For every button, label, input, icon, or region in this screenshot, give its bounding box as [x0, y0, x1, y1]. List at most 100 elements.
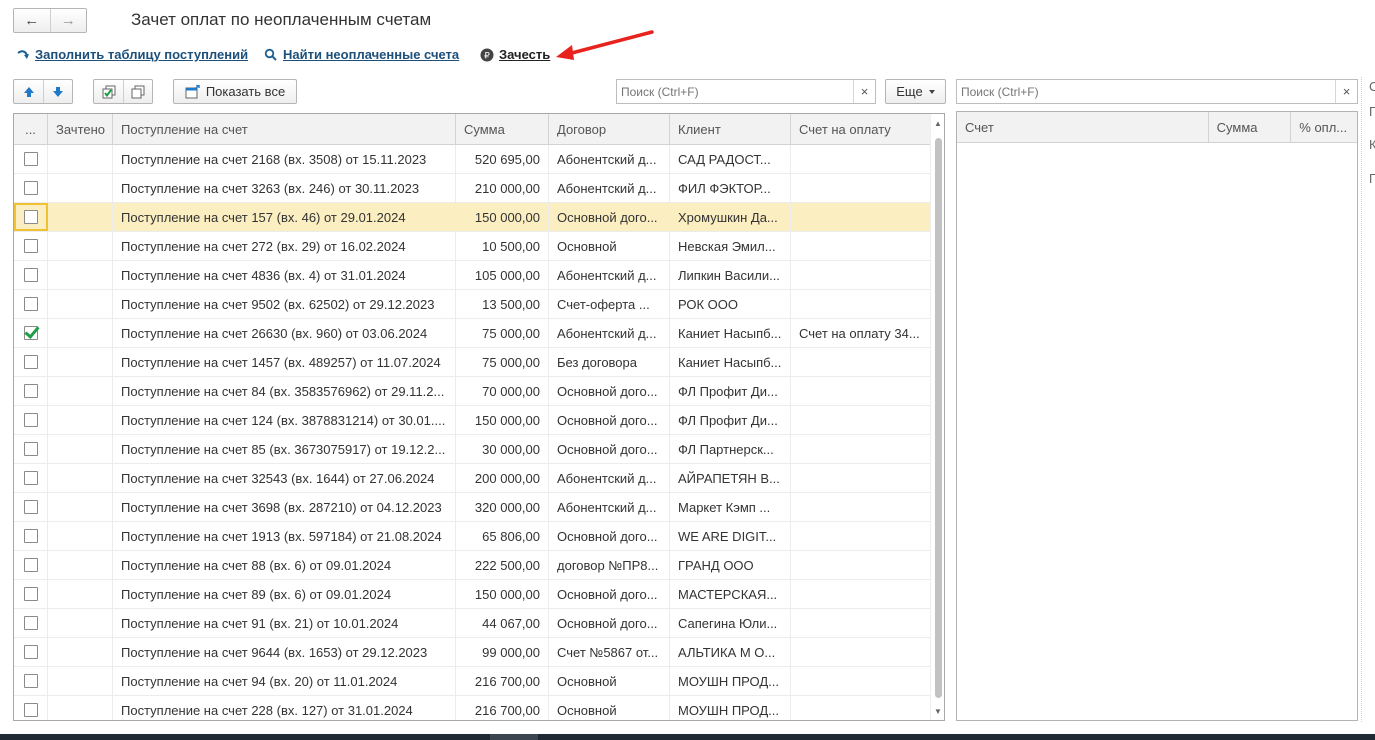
col-receipt[interactable]: Поступление на счет [113, 114, 456, 144]
col-paid-percent[interactable]: % опл... [1291, 112, 1357, 142]
row-checkbox[interactable] [23, 500, 38, 514]
table-row[interactable]: Поступление на счет 94 (вх. 20) от 11.01… [14, 667, 944, 696]
row-checkbox[interactable] [23, 268, 38, 282]
table-row[interactable]: Поступление на счет 84 (вх. 3583576962) … [14, 377, 944, 406]
col-zachteno[interactable]: Зачтено [48, 114, 113, 144]
row-checkbox[interactable] [24, 210, 38, 224]
row-checkbox[interactable] [23, 181, 38, 195]
row-checkbox[interactable] [23, 703, 38, 717]
table-row[interactable]: Поступление на счет 3698 (вх. 287210) от… [14, 493, 944, 522]
col-contract[interactable]: Договор [549, 114, 670, 144]
contract-cell: договор №ПР8... [549, 551, 670, 579]
table-row[interactable]: Поступление на счет 85 (вх. 3673075917) … [14, 435, 944, 464]
offset-command[interactable]: ₽ Зачесть [480, 47, 550, 62]
row-checkbox-cell[interactable] [14, 638, 48, 666]
table-row[interactable]: Поступление на счет 2168 (вх. 3508) от 1… [14, 145, 944, 174]
scroll-up-icon[interactable]: ▲ [931, 116, 944, 130]
invoice-cell [791, 290, 931, 318]
scroll-down-icon[interactable]: ▼ [931, 704, 944, 718]
right-search-input[interactable] [957, 80, 1335, 103]
row-checkbox[interactable] [23, 413, 38, 427]
main-search-clear-icon[interactable]: × [853, 80, 875, 103]
row-checkbox-cell[interactable] [14, 667, 48, 695]
move-up-button[interactable] [14, 80, 43, 103]
table-row[interactable]: Поступление на счет 89 (вх. 6) от 09.01.… [14, 580, 944, 609]
col-invoice[interactable]: Счет на оплату [791, 114, 931, 144]
table-row[interactable]: Поступление на счет 9644 (вх. 1653) от 2… [14, 638, 944, 667]
row-checkbox[interactable] [23, 442, 38, 456]
vertical-scrollbar[interactable]: ▲ ▼ [930, 114, 944, 720]
row-checkbox[interactable] [23, 529, 38, 543]
col-invoice-sum[interactable]: Сумма [1209, 112, 1292, 142]
table-row[interactable]: Поступление на счет 124 (вх. 3878831214)… [14, 406, 944, 435]
row-checkbox[interactable] [23, 152, 38, 166]
row-checkbox-cell[interactable] [14, 348, 48, 376]
sum-cell: 65 806,00 [456, 522, 549, 550]
check-all-icon [102, 85, 115, 98]
table-row[interactable]: Поступление на счет 4836 (вх. 4) от 31.0… [14, 261, 944, 290]
show-all-button[interactable]: Показать все [173, 79, 297, 104]
find-unpaid-command[interactable]: Найти неоплаченные счета [264, 47, 459, 62]
table-row[interactable]: Поступление на счет 1913 (вх. 597184) от… [14, 522, 944, 551]
scroll-thumb[interactable] [935, 138, 942, 698]
table-row[interactable]: Поступление на счет 32543 (вх. 1644) от … [14, 464, 944, 493]
row-checkbox-cell[interactable] [14, 406, 48, 434]
row-checkbox-cell[interactable] [14, 551, 48, 579]
row-checkbox-cell[interactable] [14, 290, 48, 318]
row-checkbox[interactable] [23, 674, 38, 688]
row-checkbox-cell[interactable] [14, 580, 48, 608]
row-checkbox-cell[interactable] [14, 319, 48, 347]
table-row[interactable]: Поступление на счет 228 (вх. 127) от 31.… [14, 696, 944, 720]
taskbar-active-item[interactable] [490, 734, 538, 740]
row-checkbox-cell[interactable] [14, 174, 48, 202]
row-checkbox-cell[interactable] [14, 435, 48, 463]
table-row[interactable]: Поступление на счет 9502 (вх. 62502) от … [14, 290, 944, 319]
row-checkbox-cell[interactable] [14, 203, 48, 231]
row-checkbox[interactable] [23, 297, 38, 311]
row-checkbox-cell[interactable] [14, 232, 48, 260]
move-down-button[interactable] [43, 80, 72, 103]
table-row[interactable]: Поступление на счет 91 (вх. 21) от 10.01… [14, 609, 944, 638]
table-row[interactable]: Поступление на счет 26630 (вх. 960) от 0… [14, 319, 944, 348]
row-checkbox[interactable] [23, 355, 38, 369]
more-button[interactable]: Еще [885, 79, 946, 104]
zachteno-cell [48, 522, 113, 550]
row-checkbox[interactable] [23, 384, 38, 398]
row-checkbox-cell[interactable] [14, 377, 48, 405]
table-row[interactable]: Поступление на счет 157 (вх. 46) от 29.0… [14, 203, 944, 232]
receipt-cell: Поступление на счет 32543 (вх. 1644) от … [113, 464, 456, 492]
zachteno-cell [48, 232, 113, 260]
row-checkbox[interactable] [23, 558, 38, 572]
table-row[interactable]: Поступление на счет 3263 (вх. 246) от 30… [14, 174, 944, 203]
fill-table-command[interactable]: Заполнить таблицу поступлений [16, 47, 248, 62]
row-checkbox[interactable] [23, 239, 38, 253]
row-checkbox[interactable] [23, 471, 38, 485]
main-search-input[interactable] [617, 80, 853, 103]
row-checkbox-cell[interactable] [14, 696, 48, 720]
zachteno-cell [48, 667, 113, 695]
row-checkbox-cell[interactable] [14, 522, 48, 550]
row-checkbox-cell[interactable] [14, 609, 48, 637]
contract-cell: Основной дого... [549, 522, 670, 550]
uncheck-all-button[interactable] [123, 80, 152, 103]
row-checkbox[interactable] [23, 616, 38, 630]
row-checkbox-cell[interactable] [14, 261, 48, 289]
col-client[interactable]: Клиент [670, 114, 791, 144]
right-search-clear-icon[interactable]: × [1335, 80, 1357, 103]
row-checkbox[interactable] [23, 587, 38, 601]
back-button[interactable]: ← [14, 9, 50, 32]
row-checkbox[interactable] [23, 326, 38, 340]
row-checkbox-cell[interactable] [14, 145, 48, 173]
contract-cell: Абонентский д... [549, 145, 670, 173]
row-checkbox-cell[interactable] [14, 493, 48, 521]
table-row[interactable]: Поступление на счет 88 (вх. 6) от 09.01.… [14, 551, 944, 580]
row-checkbox-cell[interactable] [14, 464, 48, 492]
forward-button[interactable]: → [49, 9, 87, 32]
col-sum[interactable]: Сумма [456, 114, 549, 144]
col-menu[interactable]: ... [14, 114, 48, 144]
table-row[interactable]: Поступление на счет 1457 (вх. 489257) от… [14, 348, 944, 377]
col-invoice-number[interactable]: Счет [957, 112, 1209, 142]
check-all-button[interactable] [94, 80, 123, 103]
row-checkbox[interactable] [23, 645, 38, 659]
table-row[interactable]: Поступление на счет 272 (вх. 29) от 16.0… [14, 232, 944, 261]
